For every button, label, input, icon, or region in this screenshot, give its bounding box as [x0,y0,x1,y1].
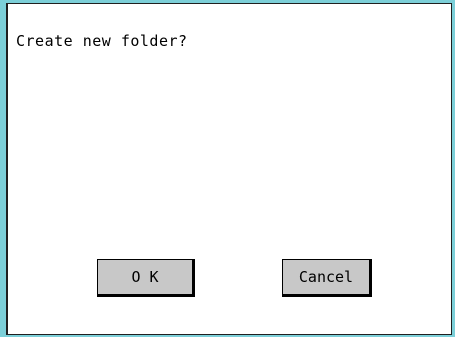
dialog-message: Create new folder? [16,32,188,50]
ok-button[interactable]: O K [97,259,195,297]
cancel-button[interactable]: Cancel [282,259,372,297]
dialog-body: Create new folder? O K Cancel [6,3,452,335]
confirm-dialog: Create new folder? O K Cancel [0,0,455,337]
